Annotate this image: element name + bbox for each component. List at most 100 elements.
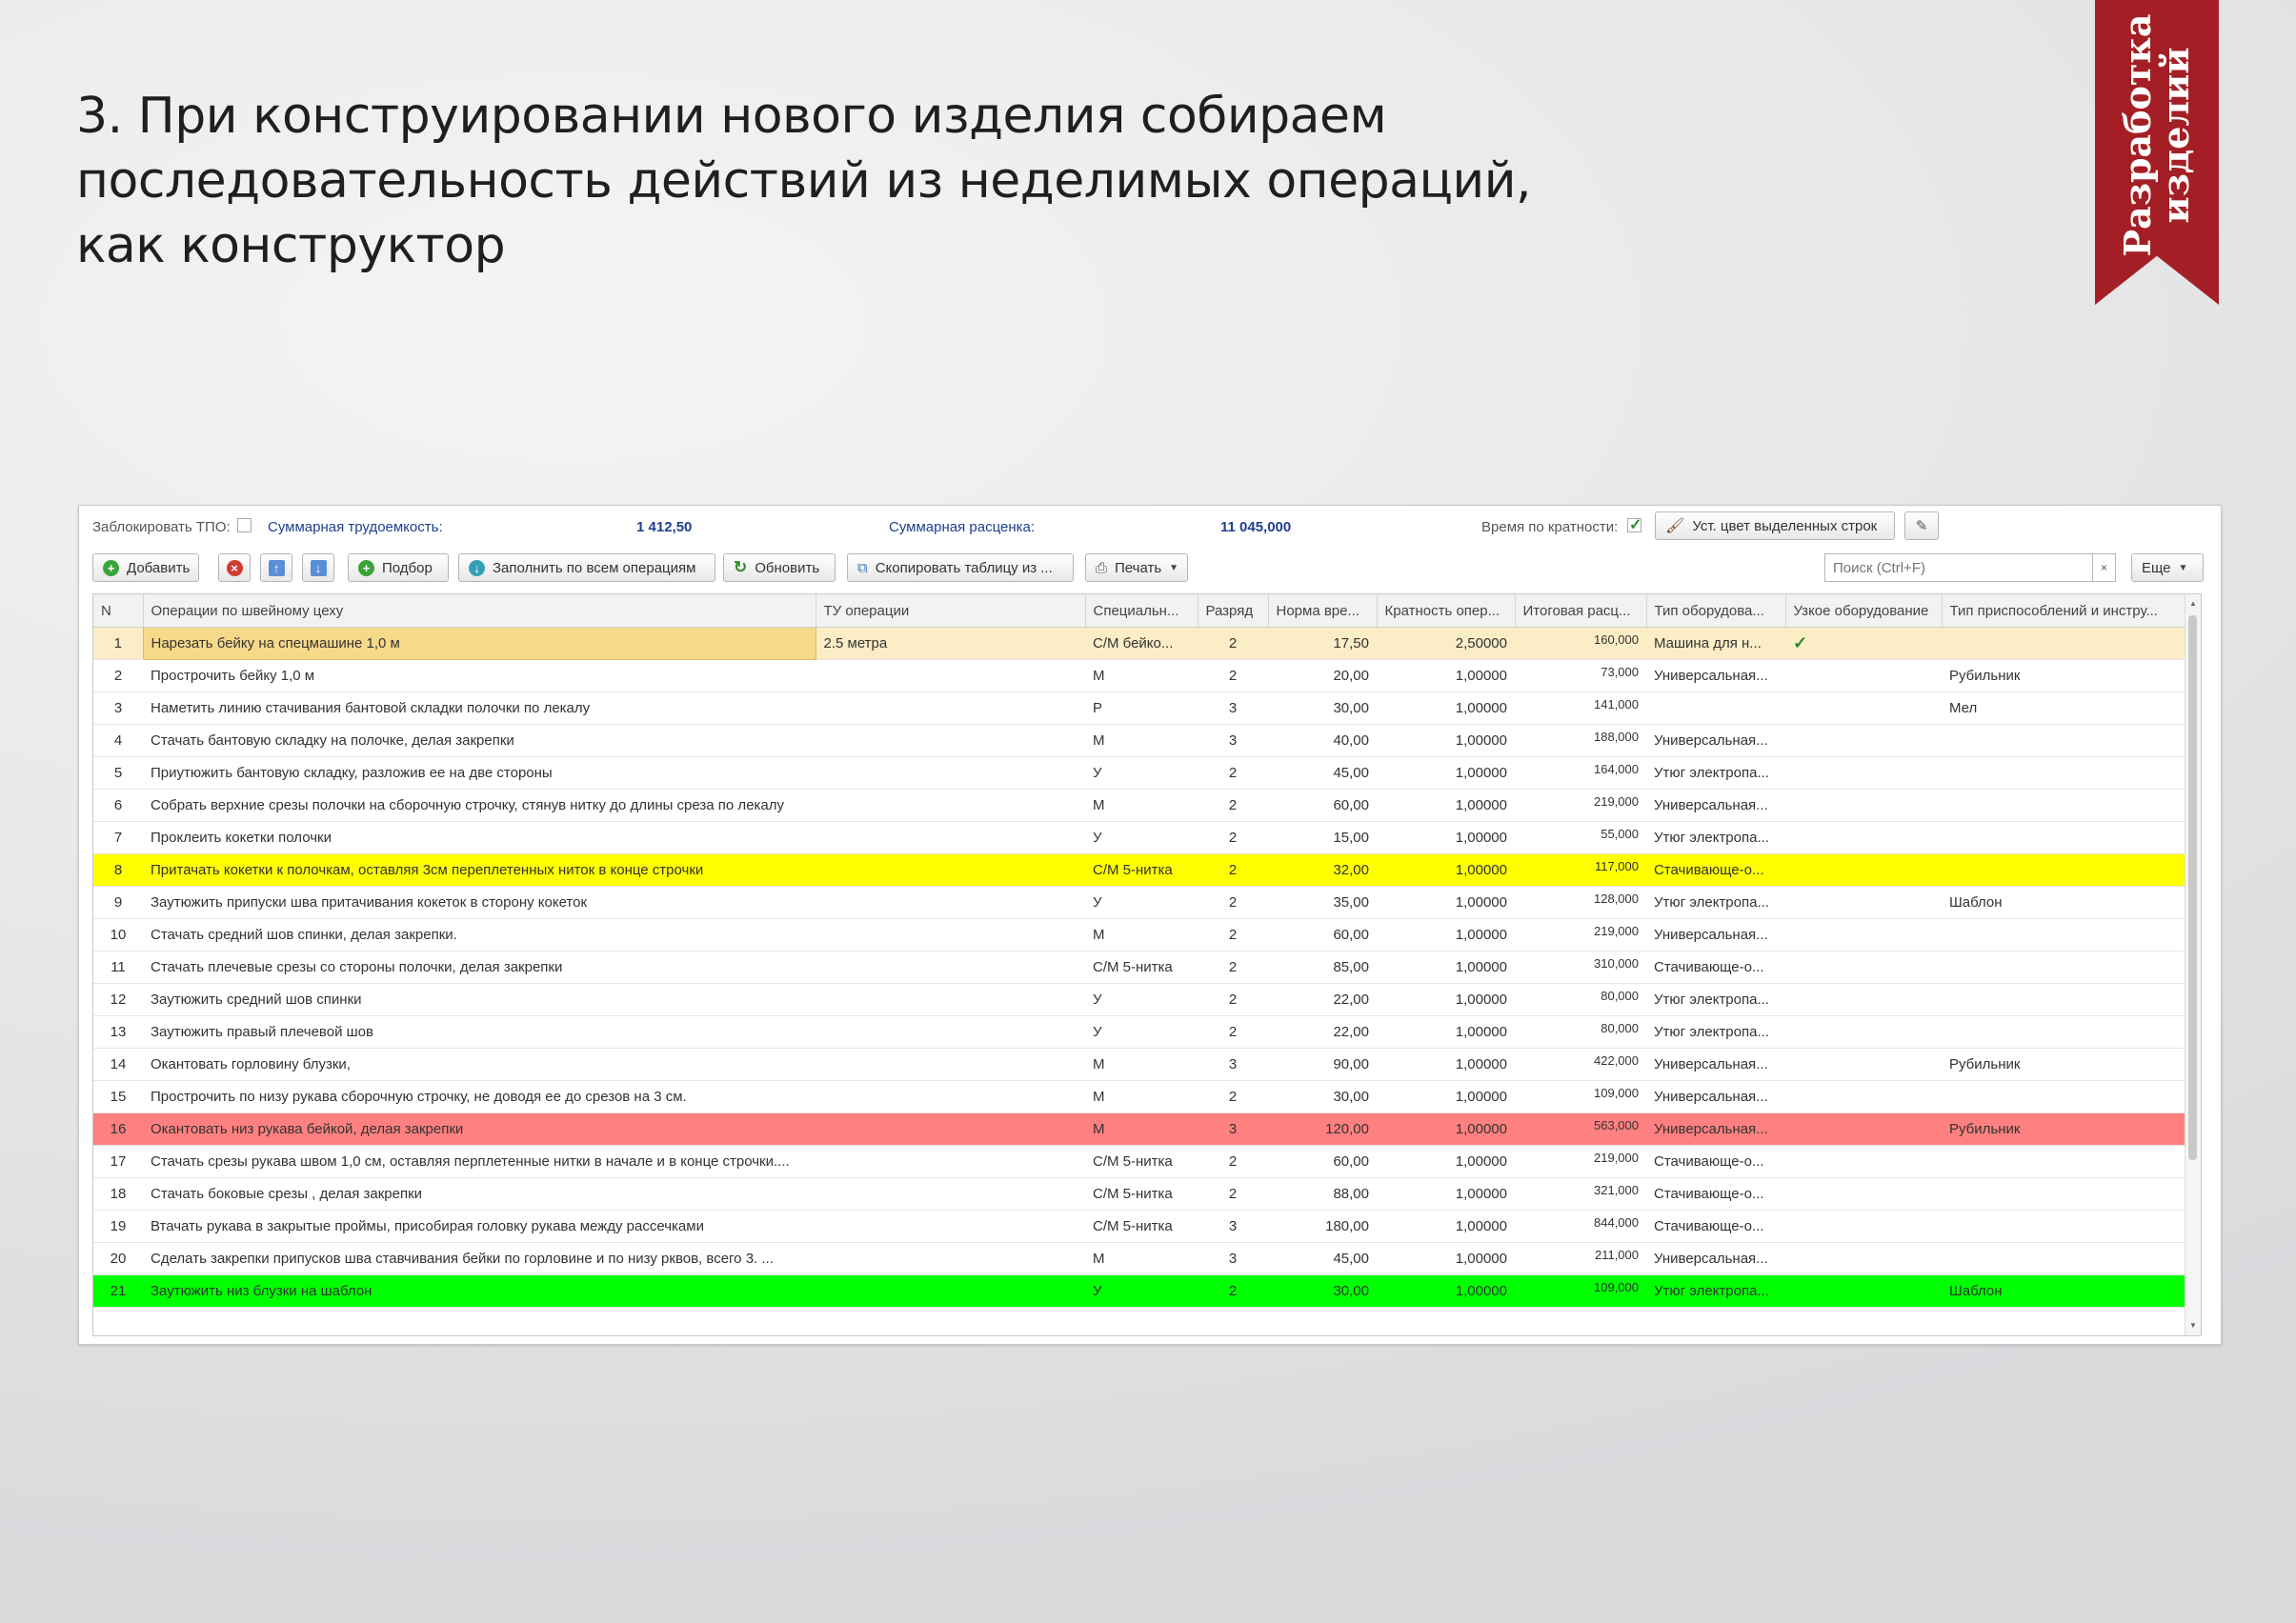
cell-specialty[interactable]: М [1085,1080,1198,1113]
cell-operation[interactable]: Окантовать низ рукава бейкой, делая закр… [143,1112,816,1146]
cell-norm[interactable]: 88,00 [1268,1177,1377,1211]
cell-tu[interactable] [816,983,1085,1016]
cell-equipment[interactable]: Стачивающе-о... [1646,853,1785,887]
cell-tooling[interactable] [1942,789,2185,822]
cell-tooling[interactable] [1942,756,2185,790]
cell-specialty[interactable]: М [1085,724,1198,757]
cell-narrow-equipment[interactable] [1785,1015,1942,1049]
cell-grade[interactable]: 2 [1198,756,1268,790]
table-row[interactable]: 17 Стачать срезы рукава швом 1,0 см, оста… [93,1145,2185,1178]
table-row[interactable]: 16 Окантовать низ рукава бейкой, делая за… [93,1112,2185,1146]
cell-grade[interactable]: 2 [1198,1177,1268,1211]
cell-grade[interactable]: 2 [1198,659,1268,692]
multiplicity-checkbox[interactable] [1627,515,1641,534]
cell-multiplicity[interactable]: 1,00000 [1377,1048,1515,1081]
cell-equipment[interactable]: Стачивающе-о... [1646,1210,1785,1243]
cell-tu[interactable] [816,756,1085,790]
cell-norm[interactable]: 30,00 [1268,1274,1377,1308]
cell-operation[interactable]: Прострочить по низу рукава сборочную стр… [143,1080,816,1113]
cell-tooling[interactable] [1942,951,2185,984]
cell-number[interactable]: 1 [93,627,143,660]
cell-norm[interactable]: 45,00 [1268,756,1377,790]
cell-narrow-equipment[interactable] [1785,1048,1942,1081]
cell-operation[interactable]: Прострочить бейку 1,0 м [143,659,816,692]
cell-norm[interactable]: 15,00 [1268,821,1377,854]
cell-price[interactable]: 164,000 [1515,756,1646,790]
cell-price[interactable]: 219,000 [1515,1145,1646,1178]
cell-specialty[interactable]: У [1085,756,1198,790]
cell-number[interactable]: 5 [93,756,143,790]
cell-operation[interactable]: Заутюжить средний шов спинки [143,983,816,1016]
set-row-color-button[interactable]: 🖌 Уст. цвет выделенных строк [1655,511,1895,540]
cell-price[interactable]: 211,000 [1515,1242,1646,1275]
cell-grade[interactable]: 2 [1198,821,1268,854]
cell-multiplicity[interactable]: 1,00000 [1377,1080,1515,1113]
cell-norm[interactable]: 60,00 [1268,918,1377,952]
table-row[interactable]: 18 Стачать боковые срезы , делая закрепки… [93,1177,2185,1211]
cell-tu[interactable]: 2.5 метра [816,627,1085,660]
cell-grade[interactable]: 2 [1198,918,1268,952]
cell-number[interactable]: 18 [93,1177,143,1211]
column-header[interactable]: Специальн... [1085,594,1198,628]
column-header[interactable]: Узкое оборудование [1785,594,1943,628]
cell-price[interactable]: 219,000 [1515,918,1646,952]
table-row[interactable]: 14 Окантовать горловину блузки, М 3 90,00 1,0… [93,1048,2185,1081]
cell-norm[interactable]: 32,00 [1268,853,1377,887]
table-row[interactable]: 9 Заутюжить припуски шва притачивания кок… [93,886,2185,919]
cell-grade[interactable]: 2 [1198,853,1268,887]
cell-operation[interactable]: Сделать закрепки припусков шва ставчиван… [143,1242,816,1275]
cell-narrow-equipment[interactable] [1785,659,1942,692]
cell-number[interactable]: 15 [93,1080,143,1113]
cell-equipment[interactable]: Универсальная... [1646,1112,1785,1146]
cell-narrow-equipment[interactable] [1785,821,1942,854]
cell-narrow-equipment[interactable]: ✓ [1785,627,1942,660]
cell-multiplicity[interactable]: 1,00000 [1377,821,1515,854]
scroll-thumb[interactable] [2188,615,2197,1160]
cell-tooling[interactable] [1942,853,2185,887]
column-header[interactable]: Разряд [1198,594,1269,628]
cell-narrow-equipment[interactable] [1785,1274,1942,1308]
cell-tooling[interactable] [1942,627,2185,660]
move-up-button[interactable]: ↑ [260,553,292,582]
cell-price[interactable]: 55,000 [1515,821,1646,854]
cell-price[interactable]: 160,000 [1515,627,1646,660]
cell-specialty[interactable]: Р [1085,691,1198,725]
more-button[interactable]: Еще ▼ [2131,553,2204,582]
cell-operation[interactable]: Нарезать бейку на спецмашине 1,0 м [142,627,816,660]
cell-specialty[interactable]: М [1085,1112,1198,1146]
cell-narrow-equipment[interactable] [1785,724,1942,757]
copy-table-button[interactable]: ⧉ Скопировать таблицу из ... [847,553,1074,582]
cell-specialty[interactable]: У [1085,1274,1198,1308]
cell-operation[interactable]: Окантовать горловину блузки, [143,1048,816,1081]
cell-equipment[interactable]: Утюг электропа... [1646,1274,1785,1308]
cell-tooling[interactable]: Шаблон [1942,1274,2185,1308]
cell-price[interactable]: 563,000 [1515,1112,1646,1146]
column-header[interactable]: Тип оборудова... [1646,594,1786,628]
refresh-button[interactable]: ↻ Обновить [723,553,836,582]
cell-tooling[interactable]: Шаблон [1942,886,2185,919]
table-row[interactable]: 19 Втачать рукава в закрытые проймы, прис… [93,1210,2185,1243]
cell-number[interactable]: 17 [93,1145,143,1178]
cell-grade[interactable]: 3 [1198,1112,1268,1146]
cell-tooling[interactable]: Рубильник [1942,1048,2185,1081]
cell-operation[interactable]: Притачать кокетки к полочкам, оставляя 3… [143,853,816,887]
cell-specialty[interactable]: У [1085,886,1198,919]
cell-tooling[interactable]: Рубильник [1942,1112,2185,1146]
cell-number[interactable]: 16 [93,1112,143,1146]
cell-multiplicity[interactable]: 1,00000 [1377,886,1515,919]
cell-operation[interactable]: Стачать боковые срезы , делая закрепки [143,1177,816,1211]
cell-operation[interactable]: Втачать рукава в закрытые проймы, присоб… [143,1210,816,1243]
cell-norm[interactable]: 180,00 [1268,1210,1377,1243]
cell-equipment[interactable]: Утюг электропа... [1646,1015,1785,1049]
cell-price[interactable]: 128,000 [1515,886,1646,919]
cell-operation[interactable]: Стачать срезы рукава швом 1,0 см, оставл… [143,1145,816,1178]
cell-multiplicity[interactable]: 1,00000 [1377,1274,1515,1308]
cell-number[interactable]: 20 [93,1242,143,1275]
cell-grade[interactable]: 2 [1198,951,1268,984]
clear-color-button[interactable]: ✎ [1904,511,1939,540]
cell-multiplicity[interactable]: 1,00000 [1377,1112,1515,1146]
cell-multiplicity[interactable]: 1,00000 [1377,1242,1515,1275]
cell-multiplicity[interactable]: 1,00000 [1377,756,1515,790]
cell-operation[interactable]: Стачать плечевые срезы со стороны полочк… [143,951,816,984]
cell-equipment[interactable]: Машина для н... [1646,627,1785,660]
